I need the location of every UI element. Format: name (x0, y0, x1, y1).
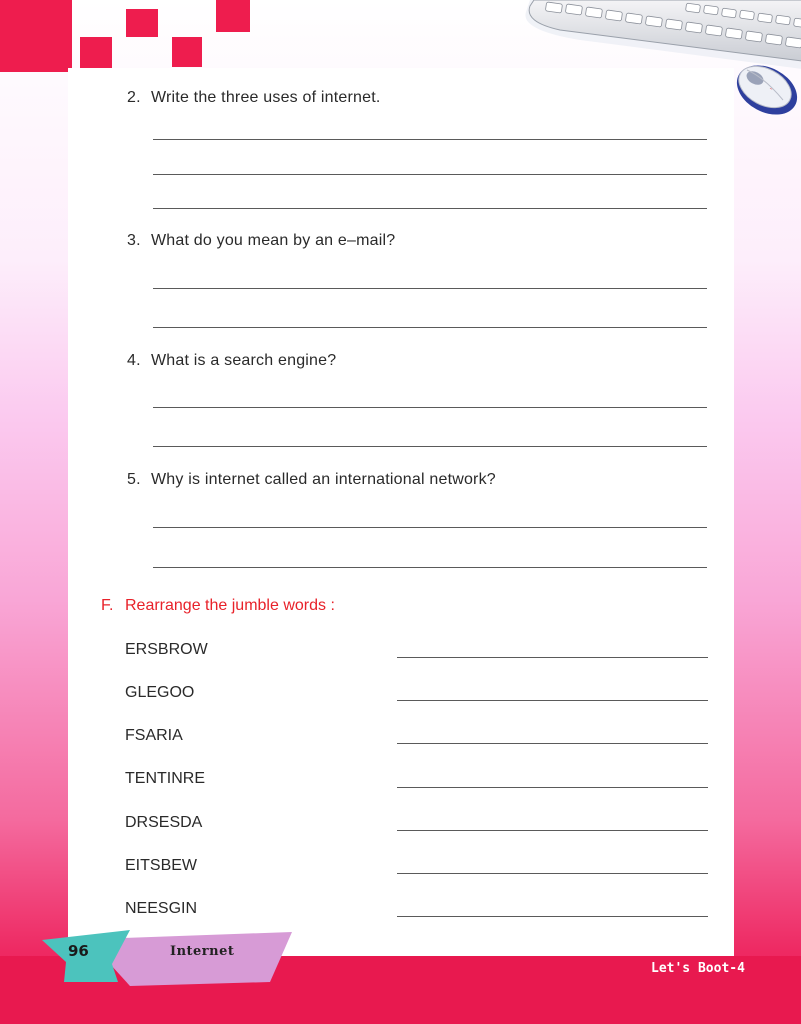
jumbled-word: DRSESDA (125, 814, 203, 831)
answer-line[interactable] (397, 873, 708, 874)
book-series: Let's Boot-4 (651, 961, 745, 976)
jumbled-word: FSARIA (125, 727, 183, 744)
section-letter: F. (101, 597, 114, 614)
answer-line[interactable] (153, 446, 707, 447)
answer-line[interactable] (397, 787, 708, 788)
answer-line[interactable] (397, 743, 708, 744)
chapter-title: Internet (170, 944, 235, 959)
answer-line[interactable] (153, 139, 707, 140)
question-number: 4. (127, 352, 141, 369)
mouse-image: ~ (736, 65, 798, 115)
question-3: 3. What do you mean by an e–mail? (127, 232, 395, 250)
answer-line[interactable] (153, 567, 707, 568)
question-5: 5. Why is internet called an internationa… (127, 471, 496, 489)
answer-line[interactable] (397, 700, 708, 701)
jumbled-word: GLEGOO (125, 684, 195, 701)
jumbled-word: TENTINRE (125, 770, 205, 787)
decor-square (172, 37, 202, 67)
jumbled-word: EITSBEW (125, 857, 198, 874)
answer-line[interactable] (153, 208, 707, 209)
question-text: Why is internet called an international … (151, 471, 496, 488)
question-text: What is a search engine? (151, 352, 337, 369)
question-number: 2. (127, 89, 141, 106)
answer-line[interactable] (153, 288, 707, 289)
question-number: 3. (127, 232, 141, 249)
question-text: What do you mean by an e–mail? (151, 232, 396, 249)
jumbled-word: NEESGIN (125, 900, 198, 917)
question-2: 2. Write the three uses of internet. (127, 89, 381, 107)
answer-line[interactable] (153, 407, 707, 408)
question-number: 5. (127, 471, 141, 488)
question-text: Write the three uses of internet. (151, 89, 381, 106)
answer-line[interactable] (397, 916, 708, 917)
answer-line[interactable] (397, 830, 708, 831)
jumbled-word: ERSBROW (125, 641, 208, 658)
section-f-title: F. Rearrange the jumble words : (101, 597, 335, 615)
answer-line[interactable] (153, 327, 707, 328)
question-4: 4. What is a search engine? (127, 352, 336, 370)
decor-square (126, 9, 158, 37)
answer-line[interactable] (153, 527, 707, 528)
corner-decoration (0, 0, 72, 72)
page-number: 96 (68, 942, 89, 960)
answer-line[interactable] (153, 174, 707, 175)
answer-line[interactable] (397, 657, 708, 658)
decor-square (216, 0, 250, 32)
decor-square (80, 37, 112, 68)
section-heading: Rearrange the jumble words : (125, 597, 335, 614)
